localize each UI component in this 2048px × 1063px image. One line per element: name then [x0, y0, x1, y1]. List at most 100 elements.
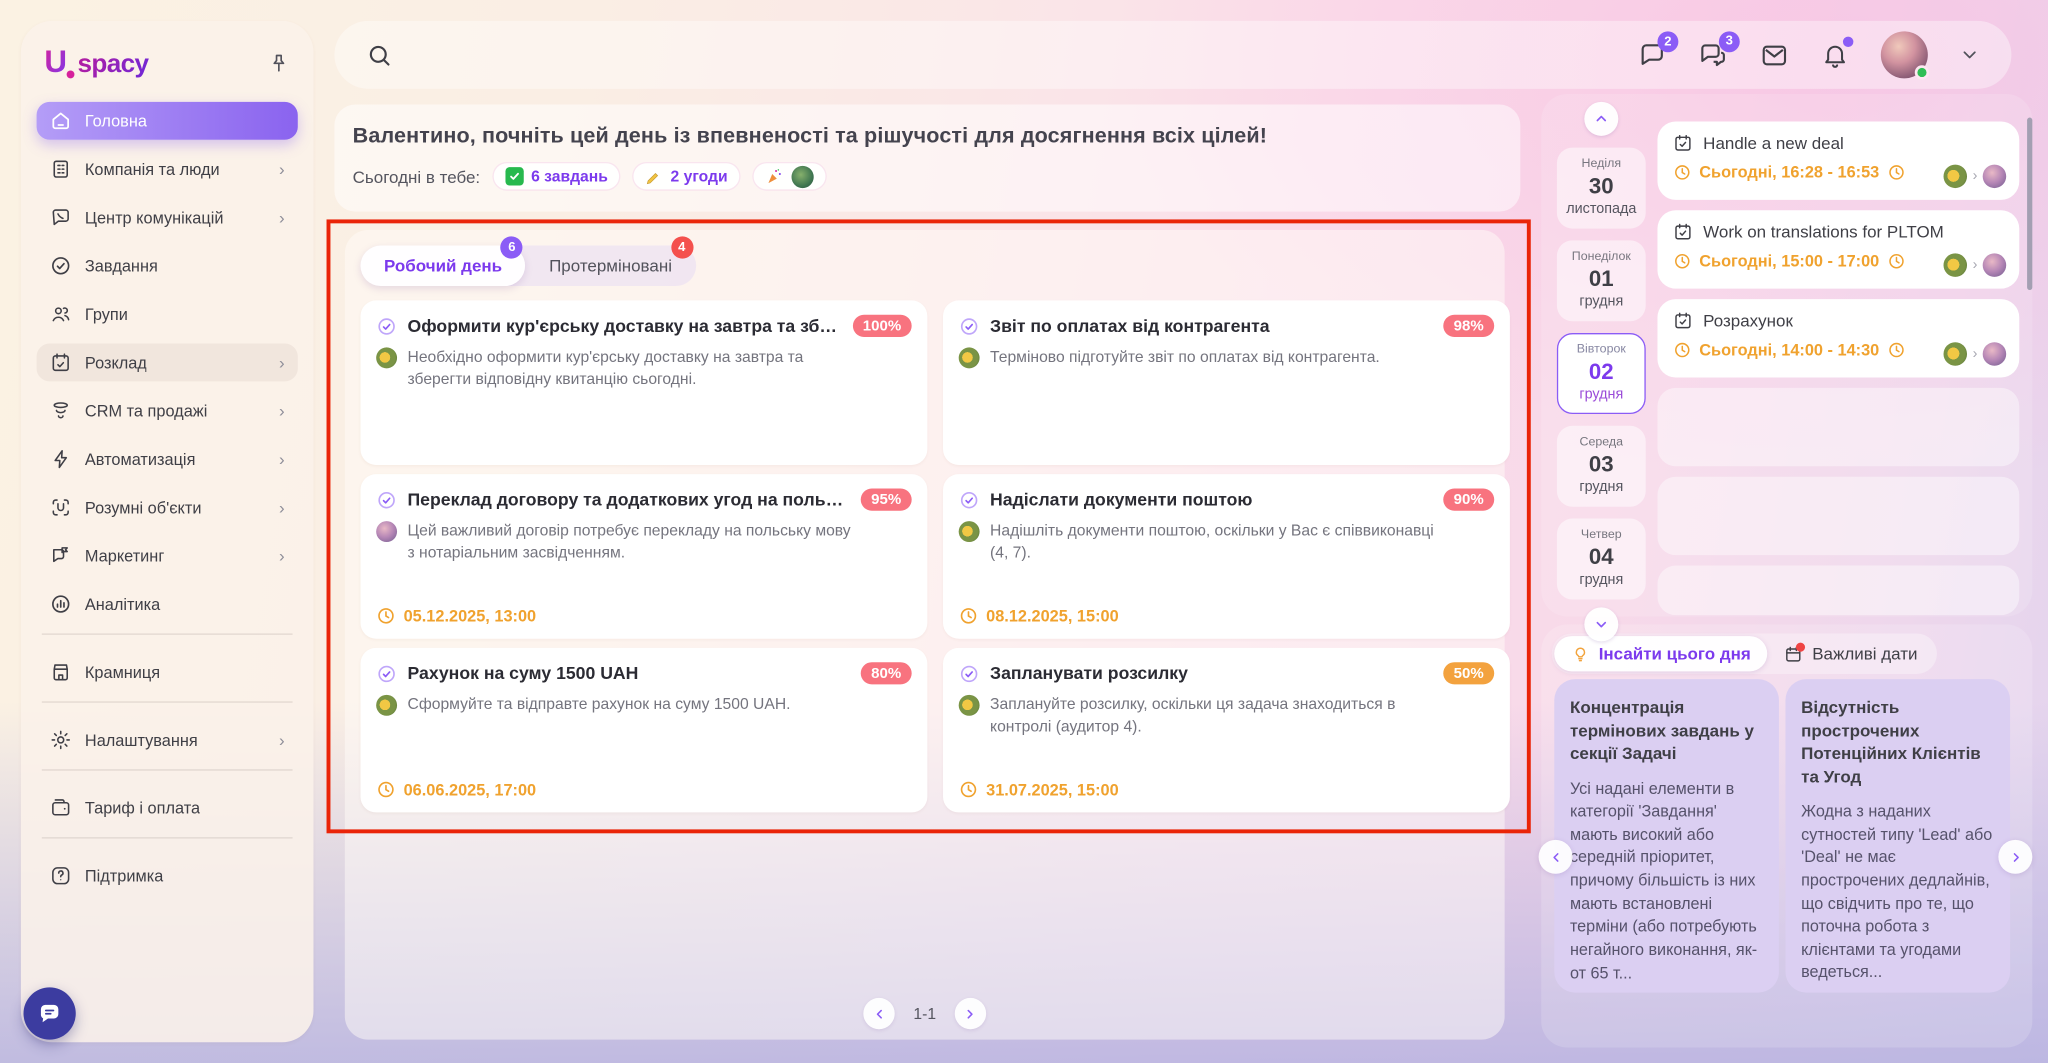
day-strip: Неділя 30 листопада Понеділок 01 грудня …: [1557, 102, 1646, 641]
task-description: Сформуйте та відправте рахунок на суму 1…: [408, 694, 791, 716]
deals-count-badge[interactable]: 2 угоди: [633, 162, 741, 191]
insights-next-button[interactable]: [1998, 840, 2032, 874]
sidebar-item-schedule[interactable]: Розклад ›: [37, 344, 298, 382]
page-indicator: 1-1: [913, 1004, 936, 1022]
chevron-right-icon: ›: [279, 499, 285, 516]
sidebar-item-label: Автоматизація: [85, 450, 196, 468]
group-chat-icon[interactable]: 3: [1698, 40, 1728, 70]
task-card[interactable]: Запланувати розсилку 50% Заплануйте розс…: [943, 648, 1510, 813]
days-up-button[interactable]: [1584, 102, 1618, 136]
assignee-avatar: [376, 347, 397, 368]
assignee-avatar: [376, 695, 397, 716]
sidebar-item-shop[interactable]: Крамниця: [37, 653, 298, 691]
sidebar-item-automation[interactable]: Автоматизація ›: [37, 440, 298, 478]
clock-icon: [959, 780, 979, 800]
birthday-badge[interactable]: [752, 162, 826, 191]
event-card[interactable]: Handle a new deal Сьогодні, 16:28 - 16:5…: [1657, 121, 2019, 199]
event-title: Handle a new deal: [1703, 133, 1844, 153]
sidebar-item-marketing[interactable]: Маркетинг ›: [37, 537, 298, 575]
chevron-down-icon[interactable]: [1959, 44, 1980, 65]
day-weekday: Неділя: [1557, 157, 1646, 171]
task-card[interactable]: Надіслати документи поштою 90% Надішліть…: [943, 474, 1510, 639]
tab-label: Важливі дати: [1812, 644, 1917, 664]
sidebar-item-tasks[interactable]: Завдання: [37, 247, 298, 285]
task-deadline: 05.12.2025, 13:00: [376, 606, 536, 626]
sidebar-item-support[interactable]: Підтримка: [37, 857, 298, 895]
event-participants: ›: [1944, 253, 2006, 277]
insight-card[interactable]: Відсутність прострочених Потенційних Клі…: [1785, 679, 2010, 992]
day-cell-selected[interactable]: Вівторок 02 грудня: [1557, 333, 1646, 414]
task-percent-badge: 80%: [861, 662, 912, 684]
logo-dot: [67, 71, 75, 79]
event-card[interactable]: Work on translations for PLTOM Сьогодні,…: [1657, 210, 2019, 288]
sidebar-item-home[interactable]: Головна: [37, 102, 298, 140]
task-deadline: 06.06.2025, 17:00: [376, 780, 536, 800]
task-card[interactable]: Рахунок на суму 1500 UAH 80% Сформуйте т…: [360, 648, 927, 813]
mail-icon[interactable]: [1759, 40, 1789, 70]
day-cell[interactable]: Понеділок 01 грудня: [1557, 240, 1646, 321]
task-card[interactable]: Переклад договору та додаткових угод на …: [360, 474, 927, 639]
pen-icon: [646, 168, 663, 185]
sidebar-item-communications[interactable]: Центр комунікацій ›: [37, 199, 298, 237]
sidebar-item-crm[interactable]: CRM та продажі ›: [37, 392, 298, 430]
crm-funnel-icon: [50, 400, 72, 422]
days-down-button[interactable]: [1584, 607, 1618, 641]
sidebar-item-smart-objects[interactable]: Розумні об'єкти ›: [37, 488, 298, 526]
sidebar-item-label: CRM та продажі: [85, 402, 207, 420]
sidebar-item-analytics[interactable]: Аналітика: [37, 585, 298, 623]
task-deadline: 31.07.2025, 15:00: [959, 780, 1119, 800]
sidebar-divider: [42, 837, 293, 838]
day-cell[interactable]: Четвер 04 грудня: [1557, 519, 1646, 600]
search-icon[interactable]: [366, 41, 393, 68]
sidebar-item-billing[interactable]: Тариф і оплата: [37, 789, 298, 827]
participant-avatar: [1944, 165, 1968, 189]
tab-workday[interactable]: Робочий день 6: [360, 246, 525, 286]
online-status-dot: [1915, 65, 1929, 79]
support-chat-widget[interactable]: [24, 987, 76, 1039]
day-cell[interactable]: Неділя 30 листопада: [1557, 148, 1646, 229]
task-title: Оформити кур'єрську доставку на завтра т…: [408, 316, 842, 336]
sidebar-item-company[interactable]: Компанія та люди ›: [37, 150, 298, 188]
event-time-text: Сьогодні, 16:28 - 16:53: [1699, 163, 1879, 181]
pin-icon[interactable]: [268, 52, 290, 74]
empty-slot: [1657, 566, 2019, 616]
chat-icon[interactable]: 2: [1638, 40, 1667, 69]
clock-icon: [1673, 341, 1691, 359]
tab-insights[interactable]: Інсайти цього дня: [1554, 636, 1768, 671]
task-title: Звіт по оплатах від контрагента: [990, 316, 1433, 336]
task-card[interactable]: Звіт по оплатах від контрагента 98% Терм…: [943, 300, 1510, 465]
bell-icon[interactable]: [1821, 40, 1850, 69]
insights-prev-button[interactable]: [1539, 840, 1573, 874]
task-check-icon: [376, 489, 397, 510]
automation-icon: [50, 448, 72, 470]
uspacy-logo[interactable]: U spacy: [44, 44, 148, 81]
event-title: Work on translations for PLTOM: [1703, 222, 1944, 242]
task-check-icon: [376, 315, 397, 336]
insight-card[interactable]: Концентрація термінових завдань у секції…: [1554, 679, 1779, 992]
user-avatar[interactable]: [1881, 31, 1928, 78]
chevron-right-icon: ›: [279, 451, 285, 468]
tab-overdue-badge: 4: [671, 236, 693, 258]
sidebar-item-settings[interactable]: Налаштування ›: [37, 721, 298, 759]
day-number: 04: [1557, 545, 1646, 571]
groups-icon: [50, 303, 72, 325]
sidebar-item-groups[interactable]: Групи: [37, 295, 298, 333]
insight-body: Усі надані елементи в категорії 'Завданн…: [1570, 778, 1763, 985]
assignee-avatar: [959, 695, 980, 716]
day-weekday: Середа: [1557, 435, 1646, 449]
chevron-right-icon: ›: [1973, 257, 1978, 273]
events-scrollbar[interactable]: [2027, 118, 2032, 290]
tab-overdue[interactable]: Протерміновані 4: [526, 246, 696, 286]
task-description: Необхідно оформити кур'єрську доставку н…: [408, 346, 860, 390]
clock-icon: [376, 606, 396, 626]
shop-icon: [50, 661, 72, 683]
page-prev-button[interactable]: [864, 998, 895, 1029]
event-card[interactable]: Розрахунок Сьогодні, 14:00 - 14:30 ›: [1657, 299, 2019, 377]
page-next-button[interactable]: [954, 998, 985, 1029]
calendar-check-icon: [1673, 222, 1693, 242]
task-card[interactable]: Оформити кур'єрську доставку на завтра т…: [360, 300, 927, 465]
tab-important-dates[interactable]: Важливі дати: [1768, 636, 1935, 671]
day-cell[interactable]: Середа 03 грудня: [1557, 426, 1646, 507]
tasks-count-badge[interactable]: 6 завдань: [492, 162, 621, 191]
task-check-icon: [959, 489, 980, 510]
